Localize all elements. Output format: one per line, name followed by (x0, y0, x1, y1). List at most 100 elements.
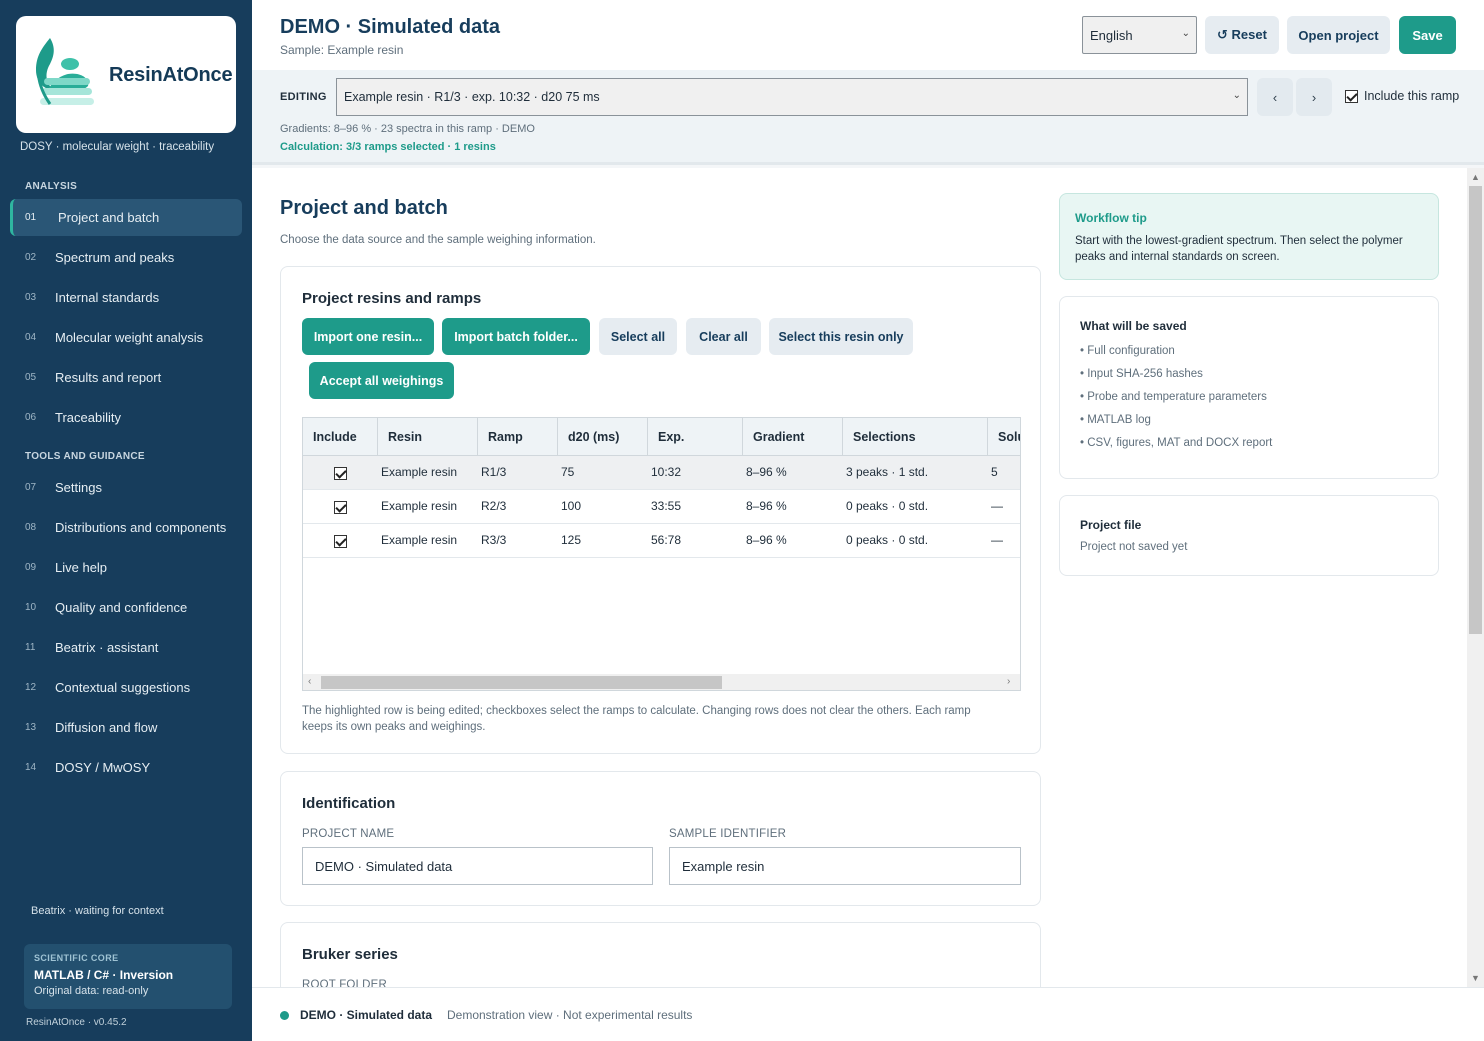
scroll-down-icon[interactable]: ▼ (1471, 973, 1480, 983)
cell-ramp: R2/3 (481, 499, 507, 513)
sidebar-item-quality[interactable]: 10 Quality and confidence (10, 589, 242, 626)
sidebar-item-number: 14 (25, 762, 37, 773)
editing-bar: EDITING Example resin · R1/3 · exp. 10:3… (252, 70, 1484, 165)
include-ramp-toggle[interactable]: Include this ramp (1345, 89, 1459, 103)
saved-item: • Probe and temperature parameters (1080, 391, 1267, 403)
ramp-select[interactable]: Example resin · R1/3 · exp. 10:32 · d20 … (336, 78, 1248, 116)
row-include-checkbox[interactable] (334, 501, 347, 514)
vertical-scrollbar[interactable]: ▲ ▼ (1467, 168, 1484, 987)
root-folder-label: ROOT FOLDER (302, 979, 388, 987)
save-button[interactable]: Save (1399, 16, 1456, 54)
sidebar-item-label: Results and report (55, 370, 162, 385)
logo-text: ResinAtOnce (109, 64, 233, 86)
horizontal-scrollbar[interactable]: ‹ › (303, 674, 1020, 690)
scientific-core-card: SCIENTIFIC CORE MATLAB / C# · Inversion … (24, 944, 232, 1009)
sidebar-item-internal-standards[interactable]: 03 Internal standards (10, 279, 242, 316)
import-one-resin-button[interactable]: Import one resin... (302, 318, 434, 355)
select-all-button[interactable]: Select all (599, 318, 677, 355)
sidebar-item-project-and-batch[interactable]: 01 Project and batch (10, 199, 242, 236)
row-include-checkbox[interactable] (334, 535, 347, 548)
project-name-input[interactable]: DEMO · Simulated data (302, 847, 653, 885)
select-this-resin-only-button[interactable]: Select this resin only (769, 318, 913, 355)
project-resins-card: Project resins and ramps Import one resi… (280, 266, 1041, 754)
cell-selections: 0 peaks · 0 std. (846, 533, 929, 547)
sidebar-item-contextual-suggestions[interactable]: 12 Contextual suggestions (10, 669, 242, 706)
cell-selections: 0 peaks · 0 std. (846, 499, 929, 513)
sidebar-item-label: Traceability (55, 410, 121, 425)
editing-label: EDITING (280, 91, 327, 103)
sidebar-item-number: 03 (25, 292, 37, 303)
column-header[interactable]: Exp. (648, 418, 743, 456)
sidebar-item-number: 13 (25, 722, 37, 733)
cell-resin: Example resin (381, 499, 458, 513)
sample-id-label: SAMPLE IDENTIFIER (669, 828, 787, 840)
cell-resin: Example resin (381, 533, 458, 547)
header: DEMO · Simulated data Sample: Example re… (252, 0, 1484, 70)
tagline: DOSY · molecular weight · traceability (20, 141, 215, 153)
table-row[interactable]: Example resin R3/3 125 56:78 8–96 % 0 pe… (303, 524, 1020, 558)
sidebar-item-settings[interactable]: 07 Settings (10, 469, 242, 506)
sidebar-item-distributions[interactable]: 08 Distributions and components (10, 509, 242, 546)
table-note: The highlighted row is being edited; che… (302, 705, 971, 733)
analysis-section-label: ANALYSIS (25, 181, 78, 192)
reset-button[interactable]: ↺ Reset (1205, 16, 1279, 54)
sidebar-item-number: 04 (25, 332, 37, 343)
open-project-button[interactable]: Open project (1287, 16, 1390, 54)
scroll-left-icon[interactable]: ‹ (308, 676, 311, 687)
column-header[interactable]: d20 (ms) (558, 418, 648, 456)
sidebar-item-label: Diffusion and flow (55, 720, 158, 735)
sidebar-item-live-help[interactable]: 09 Live help (10, 549, 242, 586)
cell-solu: 5 (991, 465, 998, 479)
what-will-be-saved-card: What will be saved • Full configuration … (1059, 296, 1439, 479)
vertical-scroll-thumb[interactable] (1469, 186, 1482, 634)
sample-id-input[interactable]: Example resin (669, 847, 1021, 885)
sidebar-item-number: 05 (25, 372, 37, 383)
column-header[interactable]: Solu (988, 418, 1020, 456)
column-header[interactable]: Include (303, 418, 378, 456)
sidebar-item-number: 08 (25, 522, 37, 533)
scroll-right-icon[interactable]: › (1007, 676, 1010, 687)
sidebar-item-label: Settings (55, 480, 102, 495)
resins-card-title: Project resins and ramps (302, 290, 482, 307)
clear-all-button[interactable]: Clear all (686, 318, 761, 355)
workflow-tip-text: Start with the lowest-gradient spectrum.… (1075, 235, 1403, 263)
accept-all-weighings-button[interactable]: Accept all weighings (309, 362, 454, 399)
table-row[interactable]: Example resin R1/3 75 10:32 8–96 % 3 pea… (303, 456, 1020, 490)
saved-item: • MATLAB log (1080, 414, 1151, 426)
table-row[interactable]: Example resin R2/3 100 33:55 8–96 % 0 pe… (303, 490, 1020, 524)
language-select[interactable]: English ⌄ (1082, 16, 1197, 54)
cell-selections: 3 peaks · 1 std. (846, 465, 929, 479)
bruker-series-card: Bruker series ROOT FOLDER (280, 922, 1041, 987)
sidebar-item-diffusion-and-flow[interactable]: 13 Diffusion and flow (10, 709, 242, 746)
previous-ramp-button[interactable]: ‹ (1257, 78, 1293, 116)
sidebar-item-number: 06 (25, 412, 37, 423)
sidebar-item-label: Spectrum and peaks (55, 250, 175, 265)
import-batch-folder-button[interactable]: Import batch folder... (442, 318, 590, 355)
column-header[interactable]: Resin (378, 418, 478, 456)
next-ramp-button[interactable]: › (1296, 78, 1332, 116)
saved-item: • CSV, figures, MAT and DOCX report (1080, 437, 1273, 449)
ramp-select-value: Example resin · R1/3 · exp. 10:32 · d20 … (344, 90, 600, 104)
column-header[interactable]: Ramp (478, 418, 558, 456)
column-header[interactable]: Selections (843, 418, 988, 456)
include-ramp-checkbox[interactable] (1345, 89, 1358, 103)
sidebar-item-dosy-mwosy[interactable]: 14 DOSY / MwOSY (10, 749, 242, 786)
project-name-label: PROJECT NAME (302, 828, 395, 840)
sidebar-item-traceability[interactable]: 06 Traceability (10, 399, 242, 436)
sidebar-item-number: 02 (25, 252, 37, 263)
cell-ramp: R1/3 (481, 465, 507, 479)
sidebar-item-spectrum-and-peaks[interactable]: 02 Spectrum and peaks (10, 239, 242, 276)
cell-gradient: 8–96 % (746, 465, 787, 479)
scroll-up-icon[interactable]: ▲ (1471, 172, 1480, 182)
footer-status-bar: DEMO · Simulated data Demonstration view… (252, 987, 1484, 1041)
sidebar-item-results-and-report[interactable]: 05 Results and report (10, 359, 242, 396)
column-header[interactable]: Gradient (743, 418, 843, 456)
sidebar-item-beatrix[interactable]: 11 Beatrix · assistant (10, 629, 242, 666)
footer-title: DEMO · Simulated data (300, 1008, 433, 1022)
sidebar-item-label: Project and batch (58, 210, 160, 225)
cell-solu: — (991, 533, 1003, 547)
sidebar-item-molecular-weight-analysis[interactable]: 04 Molecular weight analysis (10, 319, 242, 356)
workflow-tip-title: Workflow tip (1075, 211, 1147, 225)
row-include-checkbox[interactable] (334, 467, 347, 480)
horizontal-scroll-thumb[interactable] (321, 676, 722, 689)
